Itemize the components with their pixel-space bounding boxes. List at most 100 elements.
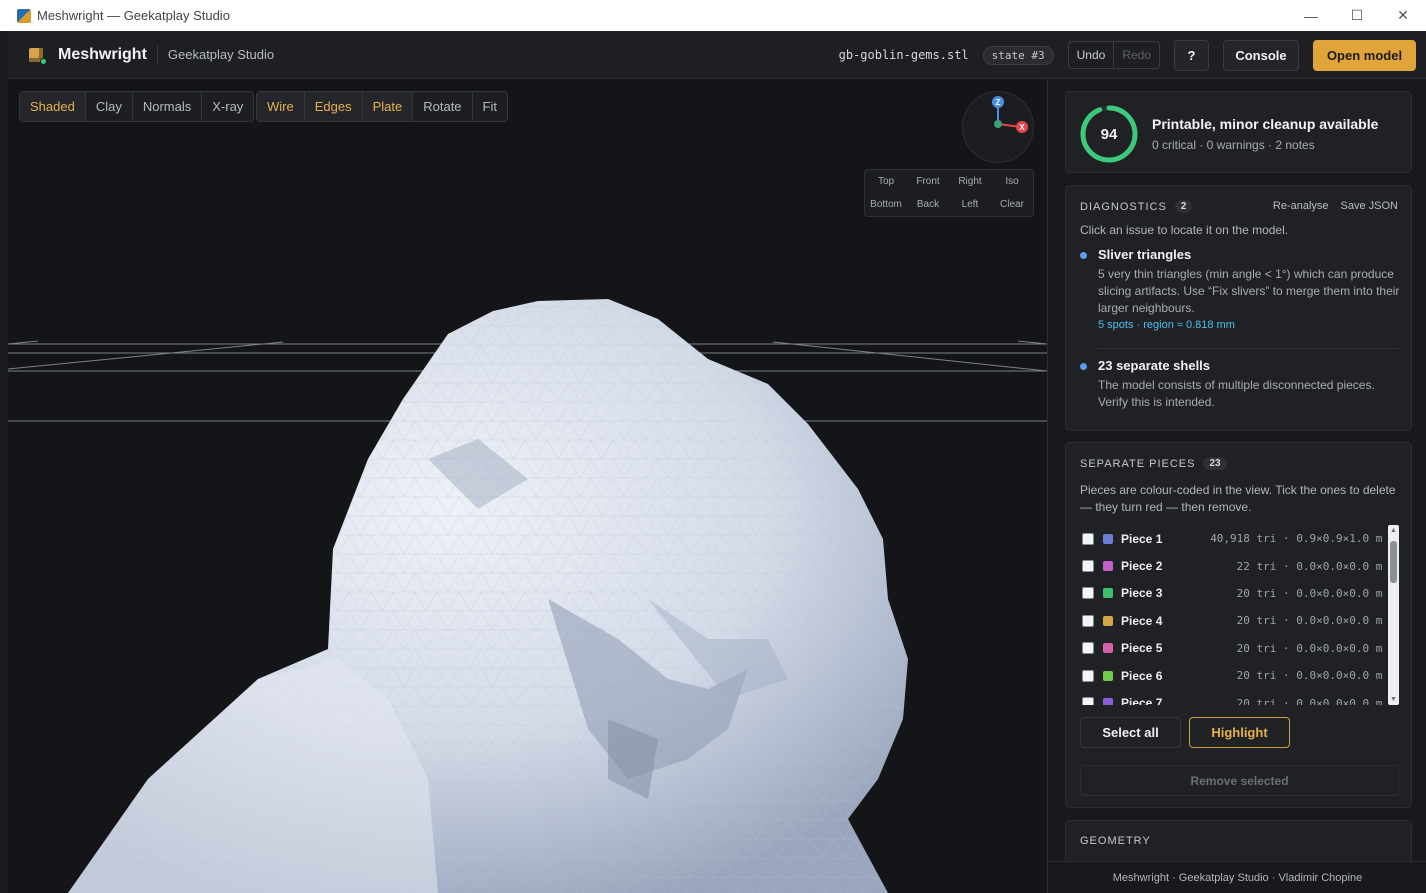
piece-name: Piece 5 xyxy=(1121,641,1163,656)
plate-toggle[interactable]: Plate xyxy=(362,92,414,121)
reanalyse-link[interactable]: Re-analyse xyxy=(1273,200,1329,212)
pieces-scrollbar[interactable]: ▲ ▼ xyxy=(1388,525,1399,705)
model-filename: gb-goblin-gems.stl xyxy=(838,48,969,62)
os-titlebar: Meshwright — Geekatplay Studio — ☐ ✕ xyxy=(0,0,1426,31)
maximize-icon[interactable]: ☐ xyxy=(1334,0,1380,31)
piece-name: Piece 3 xyxy=(1121,586,1163,601)
save-json-link[interactable]: Save JSON xyxy=(1341,200,1398,212)
piece-checkbox[interactable] xyxy=(1082,560,1094,573)
piece-row[interactable]: Piece 2 22 tri · 0.0×0.0×0.0 mm xyxy=(1080,552,1383,579)
clay-mode-button[interactable]: Clay xyxy=(86,92,133,121)
window-title: Meshwright — Geekatplay Studio xyxy=(37,8,230,23)
piece-name: Piece 6 xyxy=(1121,668,1163,683)
issue-separate-shells[interactable]: 23 separate shells The model consists of… xyxy=(1080,358,1400,411)
diagnostics-heading: DIAGNOSTICS 2 xyxy=(1080,200,1193,213)
state-badge: state #3 xyxy=(982,45,1054,65)
scrollbar-thumb[interactable] xyxy=(1390,541,1397,583)
piece-color-swatch xyxy=(1103,643,1113,654)
piece-row[interactable]: Piece 7 20 tri · 0.0×0.0×0.0 mm xyxy=(1080,689,1383,705)
axis-gizmo[interactable]: Z X xyxy=(962,91,1034,163)
pieces-count: 23 xyxy=(1203,457,1227,470)
minimize-icon[interactable]: — xyxy=(1288,0,1334,31)
piece-checkbox[interactable] xyxy=(1082,587,1094,600)
view-iso-button[interactable]: Iso xyxy=(991,170,1033,193)
piece-color-swatch xyxy=(1103,588,1113,599)
piece-checkbox[interactable] xyxy=(1082,614,1094,627)
piece-name: Piece 2 xyxy=(1121,559,1163,574)
view-right-button[interactable]: Right xyxy=(949,170,991,193)
rotate-toggle[interactable]: Rotate xyxy=(413,92,473,121)
issue-note-dot xyxy=(1080,252,1087,259)
app-header: Meshwright Geekatplay Studio gb-goblin-g… xyxy=(8,31,1426,79)
undo-redo-group: Undo Redo xyxy=(1067,41,1160,69)
gizmo-z-label: Z xyxy=(996,98,1001,107)
piece-name: Piece 1 xyxy=(1121,531,1163,546)
pieces-title: SEPARATE PIECES xyxy=(1080,457,1196,470)
piece-stats: 20 tri · 0.0×0.0×0.0 mm xyxy=(1236,669,1383,683)
piece-checkbox[interactable] xyxy=(1082,642,1094,655)
piece-stats: 40,918 tri · 0.9×0.9×1.0 mm xyxy=(1210,532,1383,546)
diagnostics-count: 2 xyxy=(1174,200,1193,213)
issue-description: The model consists of multiple disconnec… xyxy=(1098,378,1375,409)
score-summary: 0 critical · 0 warnings · 2 notes xyxy=(1152,138,1315,152)
scroll-down-icon[interactable]: ▼ xyxy=(1390,696,1397,703)
piece-row[interactable]: Piece 4 20 tri · 0.0×0.0×0.0 mm xyxy=(1080,607,1383,634)
piece-checkbox[interactable] xyxy=(1082,532,1094,545)
close-icon[interactable]: ✕ xyxy=(1380,0,1426,31)
view-bottom-button[interactable]: Bottom xyxy=(865,193,907,216)
piece-checkbox[interactable] xyxy=(1082,697,1094,705)
piece-stats: 20 tri · 0.0×0.0×0.0 mm xyxy=(1236,614,1383,628)
diagnostics-card: DIAGNOSTICS 2 Re-analyse Save JSON Click… xyxy=(1065,185,1412,431)
view-presets: Top Front Right Iso Bottom Back Left Cle… xyxy=(864,169,1034,217)
goblin-mesh xyxy=(68,299,908,893)
view-front-button[interactable]: Front xyxy=(907,170,949,193)
xray-mode-button[interactable]: X-ray xyxy=(202,92,253,121)
view-back-button[interactable]: Back xyxy=(907,193,949,216)
view-left-button[interactable]: Left xyxy=(949,193,991,216)
redo-button[interactable]: Redo xyxy=(1113,42,1159,68)
piece-color-swatch xyxy=(1103,670,1113,681)
console-button[interactable]: Console xyxy=(1223,39,1299,71)
printability-score-card: 94 Printable, minor cleanup available 0 … xyxy=(1065,91,1412,173)
pieces-list[interactable]: Piece 1 40,918 tri · 0.9×0.9×1.0 mm Piece … xyxy=(1080,525,1383,705)
piece-row[interactable]: Piece 6 20 tri · 0.0×0.0×0.0 mm xyxy=(1080,662,1383,689)
piece-stats: 20 tri · 0.0×0.0×0.0 mm xyxy=(1236,641,1383,655)
diagnostics-hint: Click an issue to locate it on the model… xyxy=(1080,223,1289,237)
issue-title: 23 separate shells xyxy=(1098,358,1211,373)
piece-color-swatch xyxy=(1103,698,1113,705)
view-clear-button[interactable]: Clear xyxy=(991,193,1033,216)
highlight-button[interactable]: Highlight xyxy=(1189,717,1290,748)
separate-pieces-card: SEPARATE PIECES 23 Pieces are colour-cod… xyxy=(1065,442,1412,808)
piece-row[interactable]: Piece 3 20 tri · 0.0×0.0×0.0 mm xyxy=(1080,580,1383,607)
fit-button[interactable]: Fit xyxy=(473,92,507,121)
help-button[interactable]: ? xyxy=(1174,39,1209,71)
piece-name: Piece 7 xyxy=(1121,696,1163,705)
3d-viewport[interactable]: Shaded Clay Normals X-ray Wire Edges Pla… xyxy=(8,79,1047,893)
piece-row[interactable]: Piece 5 20 tri · 0.0×0.0×0.0 mm xyxy=(1080,635,1383,662)
piece-color-swatch xyxy=(1103,615,1113,626)
gizmo-x-label: X xyxy=(1019,123,1025,132)
score-title: Printable, minor cleanup available xyxy=(1152,116,1379,132)
normals-mode-button[interactable]: Normals xyxy=(133,92,203,121)
piece-stats: 20 tri · 0.0×0.0×0.0 mm xyxy=(1236,696,1383,705)
open-model-button[interactable]: Open model xyxy=(1313,39,1416,71)
diagnostics-actions: Re-analyse Save JSON xyxy=(1273,200,1398,212)
studio-name: Geekatplay Studio xyxy=(167,47,275,62)
shaded-mode-button[interactable]: Shaded xyxy=(20,92,86,121)
edges-toggle[interactable]: Edges xyxy=(304,92,363,121)
select-all-button[interactable]: Select all xyxy=(1080,717,1181,748)
issue-locate-link[interactable]: 5 spots · region ≈ 0.818 mm xyxy=(1098,319,1400,331)
piece-name: Piece 4 xyxy=(1121,613,1163,628)
piece-checkbox[interactable] xyxy=(1082,669,1094,682)
issue-description: 5 very thin triangles (min angle < 1°) w… xyxy=(1098,267,1400,315)
wire-toggle[interactable]: Wire xyxy=(257,92,305,121)
remove-selected-button[interactable]: Remove selected xyxy=(1080,765,1399,796)
view-top-button[interactable]: Top xyxy=(865,170,907,193)
scroll-up-icon[interactable]: ▲ xyxy=(1390,527,1397,534)
app-window-icon xyxy=(17,8,31,23)
display-toggle-toolbar: Wire Edges Plate Rotate Fit xyxy=(256,91,508,122)
piece-stats: 22 tri · 0.0×0.0×0.0 mm xyxy=(1236,559,1383,573)
piece-row[interactable]: Piece 1 40,918 tri · 0.9×0.9×1.0 mm xyxy=(1080,525,1383,552)
issue-sliver-triangles[interactable]: Sliver triangles 5 very thin triangles (… xyxy=(1080,247,1400,331)
undo-button[interactable]: Undo xyxy=(1069,42,1114,68)
